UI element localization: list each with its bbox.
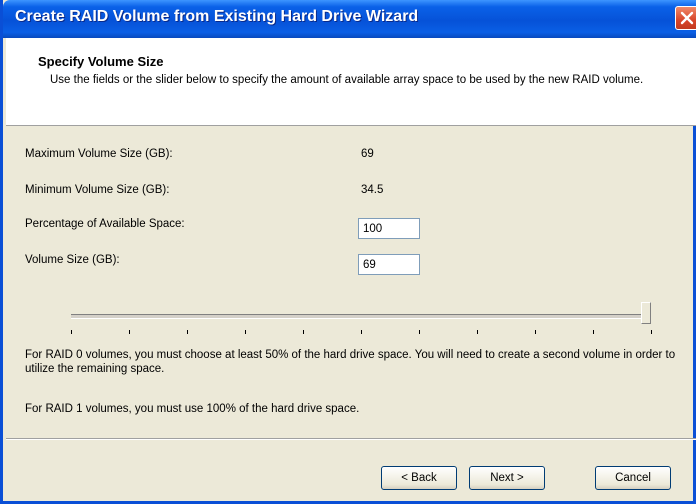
slider-tick bbox=[303, 330, 304, 334]
slider-tick bbox=[535, 330, 536, 334]
slider-tick bbox=[71, 330, 72, 334]
window-title: Create RAID Volume from Existing Hard Dr… bbox=[15, 8, 419, 25]
back-button[interactable]: < Back bbox=[381, 466, 457, 490]
next-button[interactable]: Next > bbox=[469, 466, 545, 490]
percentage-input[interactable] bbox=[358, 218, 420, 239]
slider-tick bbox=[361, 330, 362, 334]
max-size-label: Maximum Volume Size (GB): bbox=[25, 148, 173, 160]
raid0-note: For RAID 0 volumes, you must choose at l… bbox=[25, 349, 676, 375]
min-size-label: Minimum Volume Size (GB): bbox=[25, 184, 170, 196]
slider-tick bbox=[651, 330, 652, 334]
volume-size-label: Volume Size (GB): bbox=[25, 254, 120, 266]
slider-thumb[interactable] bbox=[641, 302, 651, 324]
close-icon bbox=[680, 11, 694, 25]
slider-tick bbox=[245, 330, 246, 334]
max-size-value: 69 bbox=[361, 148, 374, 160]
percentage-label: Percentage of Available Space: bbox=[25, 218, 185, 230]
page-title: Specify Volume Size bbox=[38, 54, 164, 69]
cancel-button[interactable]: Cancel bbox=[595, 466, 671, 490]
title-bar[interactable]: Create RAID Volume from Existing Hard Dr… bbox=[3, 0, 696, 38]
wizard-window: Create RAID Volume from Existing Hard Dr… bbox=[0, 0, 696, 504]
slider-tick bbox=[419, 330, 420, 334]
raid1-note: For RAID 1 volumes, you must use 100% of… bbox=[25, 403, 360, 415]
slider-tick bbox=[129, 330, 130, 334]
slider-tick bbox=[477, 330, 478, 334]
slider-tick bbox=[187, 330, 188, 334]
min-size-value: 34.5 bbox=[361, 184, 384, 196]
slider-track[interactable] bbox=[71, 314, 651, 319]
volume-slider[interactable] bbox=[63, 300, 663, 340]
page-description: Use the fields or the slider below to sp… bbox=[50, 74, 644, 86]
footer-divider bbox=[6, 438, 696, 440]
volume-size-input[interactable] bbox=[358, 254, 420, 275]
wizard-header: Specify Volume Size Use the fields or th… bbox=[6, 38, 696, 126]
slider-tick bbox=[593, 330, 594, 334]
close-button[interactable] bbox=[675, 6, 696, 30]
